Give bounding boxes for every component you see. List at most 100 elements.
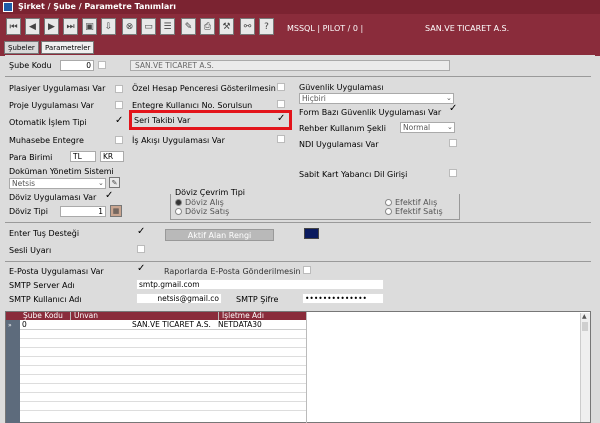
grid-line [20, 392, 306, 393]
efektif-alis-radio[interactable] [385, 199, 392, 206]
chevron-down-icon: ⌄ [446, 94, 452, 102]
is-akisi-label: İş Akışı Uygulaması Var [132, 136, 225, 145]
cancel-icon[interactable]: ⊗ [122, 18, 137, 35]
muhasebe-label: Muhasebe Entegre [9, 136, 84, 145]
branch-grid [5, 311, 591, 423]
scroll-thumb[interactable] [582, 322, 588, 331]
separator [5, 222, 591, 223]
sesli-uyari-checkbox[interactable] [137, 245, 145, 253]
muhasebe-checkbox[interactable] [115, 136, 123, 144]
separator [5, 76, 591, 77]
form-bazi-check-icon[interactable]: ✓ [449, 104, 457, 114]
doviz-satis-radio[interactable] [175, 208, 182, 215]
save-icon[interactable]: ▣ [82, 18, 97, 35]
dokuman-select[interactable]: Netsis [9, 178, 106, 189]
link-icon[interactable]: ⚯ [240, 18, 255, 35]
currency2-input[interactable]: KR [100, 151, 124, 162]
eposta-label: E-Posta Uygulaması Var [9, 267, 104, 276]
print-icon[interactable]: ⎙ [200, 18, 215, 35]
next-icon[interactable]: ▶ [44, 18, 59, 35]
row-indicator-icon: » [8, 322, 12, 329]
doviz-tipi-input[interactable]: 1 [60, 206, 106, 217]
branch-code-label: Şube Kodu [9, 61, 52, 70]
doviz-lookup-icon[interactable]: ▦ [110, 205, 122, 217]
grid-header-kod[interactable]: Şube Kodu [20, 312, 70, 320]
smtp-server-input[interactable]: smtp.gmail.com [136, 279, 384, 290]
plasiyer-label: Plasiyer Uygulaması Var [9, 84, 106, 93]
folder-icon[interactable]: ▭ [141, 18, 156, 35]
tab-parametreler[interactable]: Parametreler [41, 41, 95, 54]
grid-cell-unvan[interactable]: SAN.VE TICARET A.S. [132, 320, 211, 329]
seri-takibi-label: Seri Takibi Var [134, 116, 191, 125]
enter-tus-check-icon[interactable]: ✓ [137, 227, 145, 237]
currency1-input[interactable]: TL [70, 151, 96, 162]
is-akisi-checkbox[interactable] [277, 135, 285, 143]
grid-line [20, 356, 306, 357]
otomatik-check-icon[interactable]: ✓ [115, 116, 123, 126]
scroll-up-icon[interactable]: ▲ [582, 314, 587, 320]
grid-line [20, 401, 306, 402]
grid-line [20, 383, 306, 384]
branch-code-check[interactable] [98, 61, 106, 69]
raporlarda-checkbox[interactable] [303, 266, 311, 274]
dokuman-label: Doküman Yönetim Sistemi [9, 167, 114, 176]
sabit-kart-checkbox[interactable] [449, 169, 457, 177]
chevron-down-icon: ⌄ [447, 123, 453, 131]
grid-corner [6, 312, 20, 320]
branch-name-input[interactable]: SAN.VE TICARET A.S. [130, 60, 450, 71]
doviz-uygulamasi-label: Döviz Uygulaması Var [9, 193, 97, 202]
ndi-checkbox[interactable] [449, 139, 457, 147]
efektif-satis-radio[interactable] [385, 208, 392, 215]
branch-code-input[interactable]: 0 [60, 60, 94, 71]
separator [5, 261, 591, 262]
doviz-alis-radio[interactable] [175, 199, 182, 206]
first-record-icon[interactable]: ⏮ [6, 18, 21, 35]
grid-header-isletme[interactable]: İşletme Adı [218, 312, 306, 320]
para-birimi-label: Para Birimi [9, 153, 53, 162]
list-icon[interactable]: ☰ [160, 18, 175, 35]
grid-cell-isletme[interactable]: NETDATA30 [218, 320, 262, 329]
last-record-icon[interactable]: ⏭ [63, 18, 78, 35]
aktif-alan-button[interactable]: Aktif Alan Rengi [165, 229, 274, 241]
connection-info: MSSQL | PILOT / 0 | [287, 24, 364, 33]
aktif-color-swatch[interactable] [304, 228, 319, 239]
ndi-label: NDI Uygulaması Var [299, 140, 379, 149]
tools-icon[interactable]: ⚒ [219, 18, 234, 35]
company-name: SAN.VE TICARET A.S. [425, 24, 510, 33]
chevron-down-icon: ⌄ [98, 179, 104, 187]
efektif-satis-label: Efektif Satış [395, 207, 443, 216]
ozel-hesap-checkbox[interactable] [277, 83, 285, 91]
help-icon[interactable]: ? [259, 18, 274, 35]
grid-row-headers [6, 320, 20, 423]
doviz-uygulamasi-check-icon[interactable]: ✓ [105, 191, 113, 201]
edit-icon[interactable]: ✎ [181, 18, 196, 35]
download-icon[interactable]: ⇩ [101, 18, 116, 35]
rehber-label: Rehber Kullanım Şekli [299, 124, 386, 133]
grid-header-unvan[interactable]: Unvan [70, 312, 218, 320]
guvenlik-select[interactable]: Hiçbiri [299, 93, 454, 104]
dokuman-lookup-icon[interactable]: ✎ [109, 177, 120, 188]
smtp-pass-input[interactable]: •••••••••••••• [302, 293, 384, 304]
grid-col-line [306, 312, 307, 423]
ozel-hesap-label: Özel Hesap Penceresi Gösterilmesin [132, 84, 276, 93]
eposta-check-icon[interactable]: ✓ [137, 264, 145, 274]
entegre-checkbox[interactable] [277, 100, 285, 108]
plasiyer-checkbox[interactable] [115, 85, 123, 93]
guvenlik-label: Güvenlik Uygulaması [299, 83, 384, 92]
window-title: Şirket / Şube / Parametre Tanımları [0, 0, 600, 14]
tab-subeler[interactable]: Şubeler [4, 41, 39, 54]
grid-line [20, 329, 306, 330]
grid-cell-kod[interactable]: 0 [22, 320, 27, 329]
sabit-kart-label: Sabit Kart Yabancı Dil Girişi [299, 170, 408, 179]
raporlarda-label: Raporlarda E-Posta Gönderilmesin [164, 267, 301, 276]
form-bazi-label: Form Bazı Güvenlik Uygulaması Var [299, 108, 442, 117]
enter-tus-label: Enter Tuş Desteği [9, 229, 80, 238]
proje-label: Proje Uygulaması Var [9, 101, 94, 110]
prev-icon[interactable]: ◀ [25, 18, 40, 35]
otomatik-label: Otomatik İşlem Tipi [9, 118, 87, 127]
smtp-user-input[interactable]: netsis@gmail.co [136, 293, 222, 304]
seri-takibi-check-icon[interactable]: ✓ [277, 114, 285, 124]
app-icon [3, 2, 13, 12]
grid-line [20, 347, 306, 348]
proje-checkbox[interactable] [115, 101, 123, 109]
